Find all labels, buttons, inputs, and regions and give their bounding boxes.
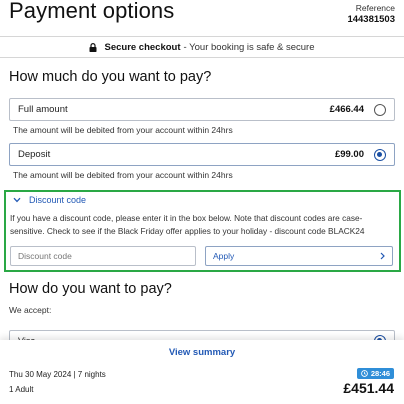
secure-checkout-bar: Secure checkout - Your booking is safe &… bbox=[0, 36, 404, 58]
view-summary-link[interactable]: View summary bbox=[0, 347, 404, 358]
secure-checkout-label: Secure checkout bbox=[104, 41, 181, 53]
amount-section-heading: How much do you want to pay? bbox=[9, 69, 212, 85]
countdown-timer-badge: 28:46 bbox=[356, 368, 394, 379]
trip-dates: Thu 30 May 2024 | 7 nights bbox=[9, 370, 106, 379]
we-accept-label: We accept: bbox=[9, 305, 52, 315]
chevron-down-icon bbox=[13, 197, 21, 203]
chevron-right-icon bbox=[380, 252, 385, 260]
discount-code-toggle-label: Discount code bbox=[29, 195, 87, 205]
reference-value: 144381503 bbox=[347, 14, 395, 25]
full-amount-radio[interactable] bbox=[374, 103, 386, 116]
apply-discount-button[interactable]: Apply bbox=[205, 246, 393, 266]
full-amount-option[interactable]: Full amount £466.44 bbox=[9, 98, 395, 121]
countdown-timer: 28:46 bbox=[370, 369, 390, 378]
option-label: Full amount bbox=[18, 104, 68, 115]
payment-method-heading: How do you want to pay? bbox=[9, 281, 172, 297]
discount-code-input[interactable] bbox=[10, 246, 196, 266]
deposit-option[interactable]: Deposit £99.00 bbox=[9, 143, 395, 166]
discount-description: If you have a discount code, please ente… bbox=[10, 213, 365, 236]
secure-checkout-text: - Your booking is safe & secure bbox=[183, 41, 315, 53]
option-price: £99.00 bbox=[334, 149, 364, 160]
deposit-radio[interactable] bbox=[374, 148, 386, 161]
lock-icon bbox=[89, 42, 97, 52]
traveller-count: 1 Adult bbox=[9, 385, 34, 394]
reference-label: Reference bbox=[355, 3, 395, 13]
full-amount-note: The amount will be debited from your acc… bbox=[13, 125, 233, 135]
booking-summary-footer: View summary Thu 30 May 2024 | 7 nights … bbox=[0, 340, 404, 404]
discount-code-toggle[interactable]: Discount code bbox=[13, 195, 86, 205]
discount-code-panel: Discount code If you have a discount cod… bbox=[4, 190, 401, 272]
option-price: £466.44 bbox=[329, 104, 364, 115]
option-label: Deposit bbox=[18, 149, 51, 160]
total-price: £451.44 bbox=[343, 380, 394, 396]
page-title: Payment options bbox=[9, 0, 175, 23]
deposit-note: The amount will be debited from your acc… bbox=[13, 170, 233, 180]
page-header: Payment options Reference 144381503 bbox=[0, 0, 404, 33]
apply-label: Apply bbox=[213, 251, 235, 261]
clock-icon bbox=[360, 370, 368, 377]
